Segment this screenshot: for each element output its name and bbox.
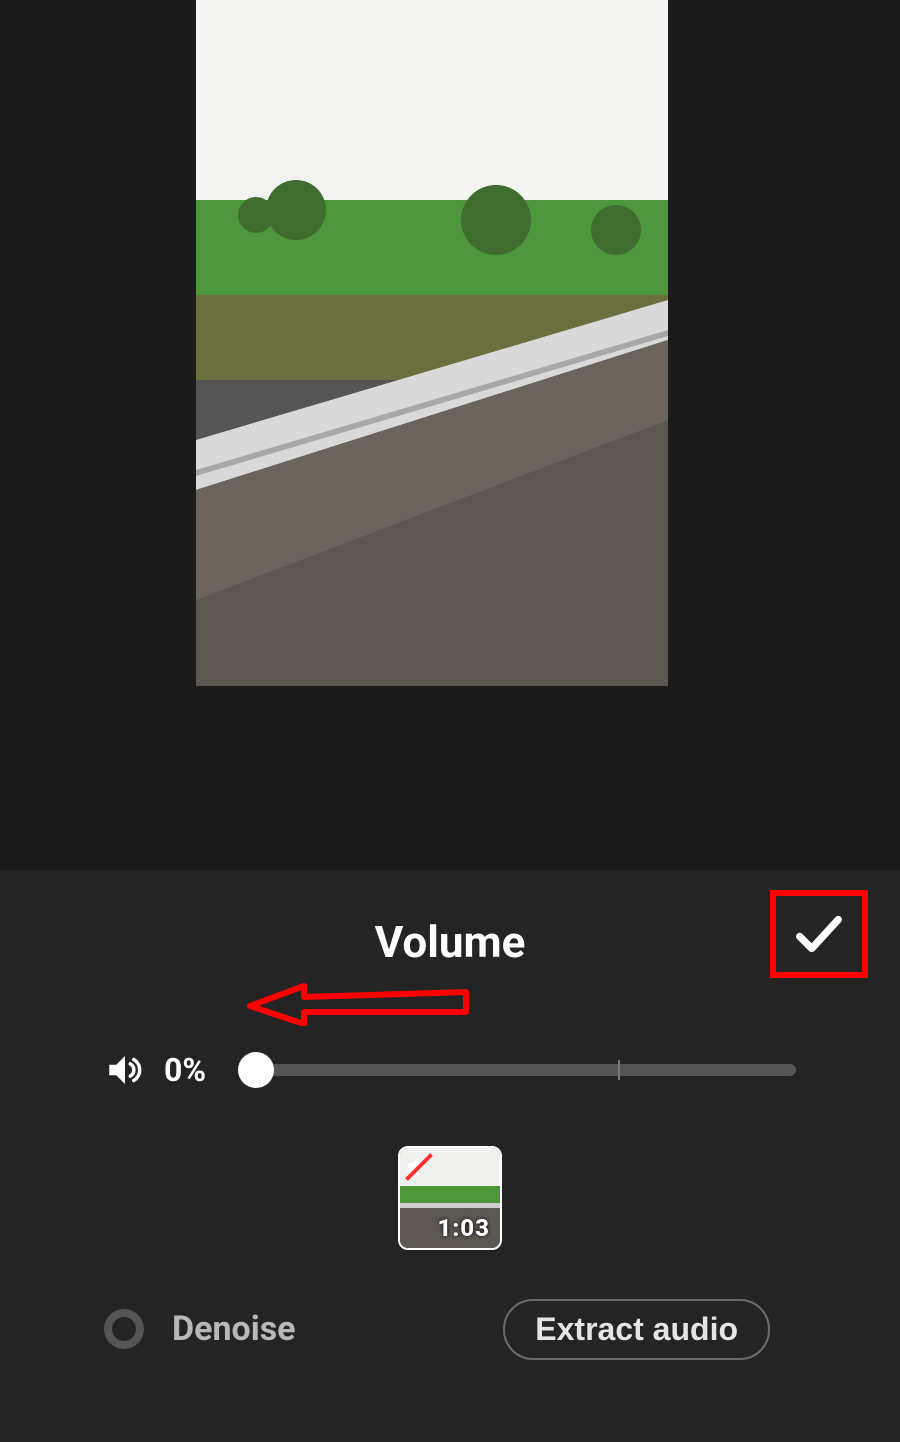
volume-slider-thumb[interactable] <box>238 1052 274 1088</box>
arrow-left-annotation-icon <box>246 982 470 1026</box>
volume-slider[interactable] <box>256 1064 796 1076</box>
volume-icon <box>104 1049 146 1091</box>
volume-slider-row: 0% <box>0 1050 900 1090</box>
clip-duration: 1:03 <box>437 1214 490 1242</box>
denoise-label: Denoise <box>172 1309 296 1349</box>
extract-audio-button[interactable]: Extract audio <box>503 1299 770 1360</box>
confirm-button[interactable] <box>770 890 868 978</box>
volume-panel: Volume 0% 1:03 <box>0 870 900 1442</box>
video-frame-image <box>196 0 668 686</box>
volume-default-mark <box>618 1060 620 1080</box>
clip-thumbnail[interactable]: 1:03 <box>398 1146 502 1250</box>
panel-title: Volume <box>0 916 900 968</box>
muted-icon <box>404 1152 434 1182</box>
bottom-actions: Denoise Extract audio <box>0 1302 900 1356</box>
video-preview[interactable] <box>196 0 668 686</box>
video-preview-area <box>0 0 900 870</box>
check-icon <box>790 905 848 963</box>
volume-percent: 0% <box>164 1051 234 1089</box>
denoise-toggle[interactable] <box>104 1309 144 1349</box>
